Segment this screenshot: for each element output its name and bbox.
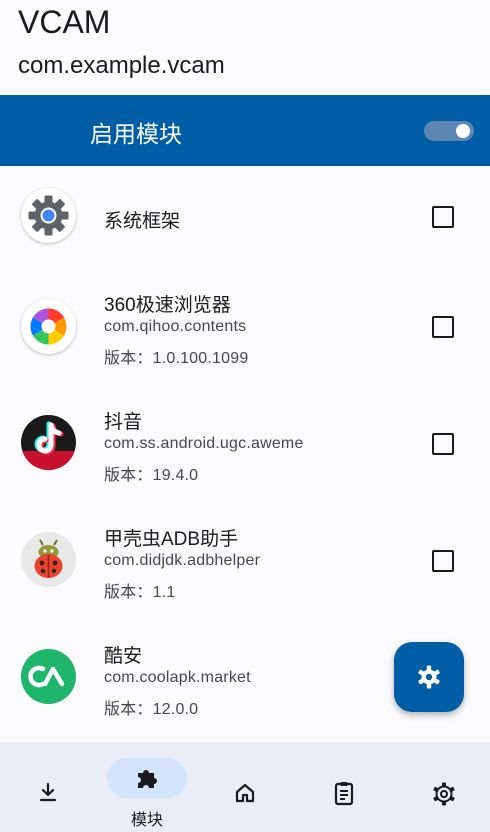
coolapk-icon [21,649,76,704]
app-version: 版本：12.0.0 [104,701,199,718]
clipboard-icon [334,782,354,806]
app-header: VCAM com.example.vcam [0,0,490,95]
app-package: com.ss.android.ugc.aweme [104,435,304,452]
app-package: com.qihoo.contents [104,318,247,335]
home-icon [235,783,255,803]
nav-item-settings[interactable] [392,742,490,832]
page-title: VCAM [18,4,111,40]
app-version: 版本：1.1 [104,584,176,601]
puzzle-icon [138,770,157,788]
enable-module-switch[interactable] [424,121,474,141]
app-version: 版本：19.4.0 [104,467,199,484]
app-name: 抖音 [104,412,143,433]
nav-label-modules: 模块 [130,812,163,829]
app-name: 甲壳虫ADB助手 [104,529,239,550]
app-name: 360极速浏览器 [104,295,231,316]
app-checkbox[interactable] [432,433,454,455]
gear-icon [433,782,455,806]
list-item[interactable]: 甲壳虫ADB助手 com.didjdk.adbhelper 版本：1.1 [0,510,490,627]
app-checkbox[interactable] [432,206,454,228]
list-item[interactable]: 系统框架 [0,166,490,276]
system-framework-gear-icon [21,188,76,243]
nav-item-home[interactable] [196,742,294,832]
list-item[interactable]: 360极速浏览器 com.qihoo.contents 版本：1.0.100.1… [0,276,490,393]
app-name: 系统框架 [104,211,181,232]
settings-fab-button[interactable] [394,642,464,712]
app-checkbox[interactable] [432,550,454,572]
app-name: 酷安 [104,646,143,667]
360-browser-icon [21,299,76,354]
nav-item-logs[interactable] [294,742,392,832]
enable-module-label: 启用模块 [90,121,182,147]
enable-module-bar[interactable]: 启用模块 [0,95,490,166]
download-icon [39,782,57,802]
list-item[interactable]: 抖音 com.ss.android.ugc.aweme 版本：19.4.0 [0,393,490,510]
settings-gear-icon [418,665,440,689]
app-package: com.coolapk.market [104,669,251,686]
douyin-icon [21,415,76,470]
nav-item-download[interactable] [0,742,98,832]
switch-knob [456,124,470,138]
app-checkbox[interactable] [432,316,454,338]
app-version: 版本：1.0.100.1099 [104,350,249,367]
bottom-navigation: 模块 [0,742,490,832]
page-subtitle: com.example.vcam [18,52,225,79]
ladybug-icon [21,532,76,587]
nav-item-modules[interactable] [107,758,187,798]
app-package: com.didjdk.adbhelper [104,552,261,569]
